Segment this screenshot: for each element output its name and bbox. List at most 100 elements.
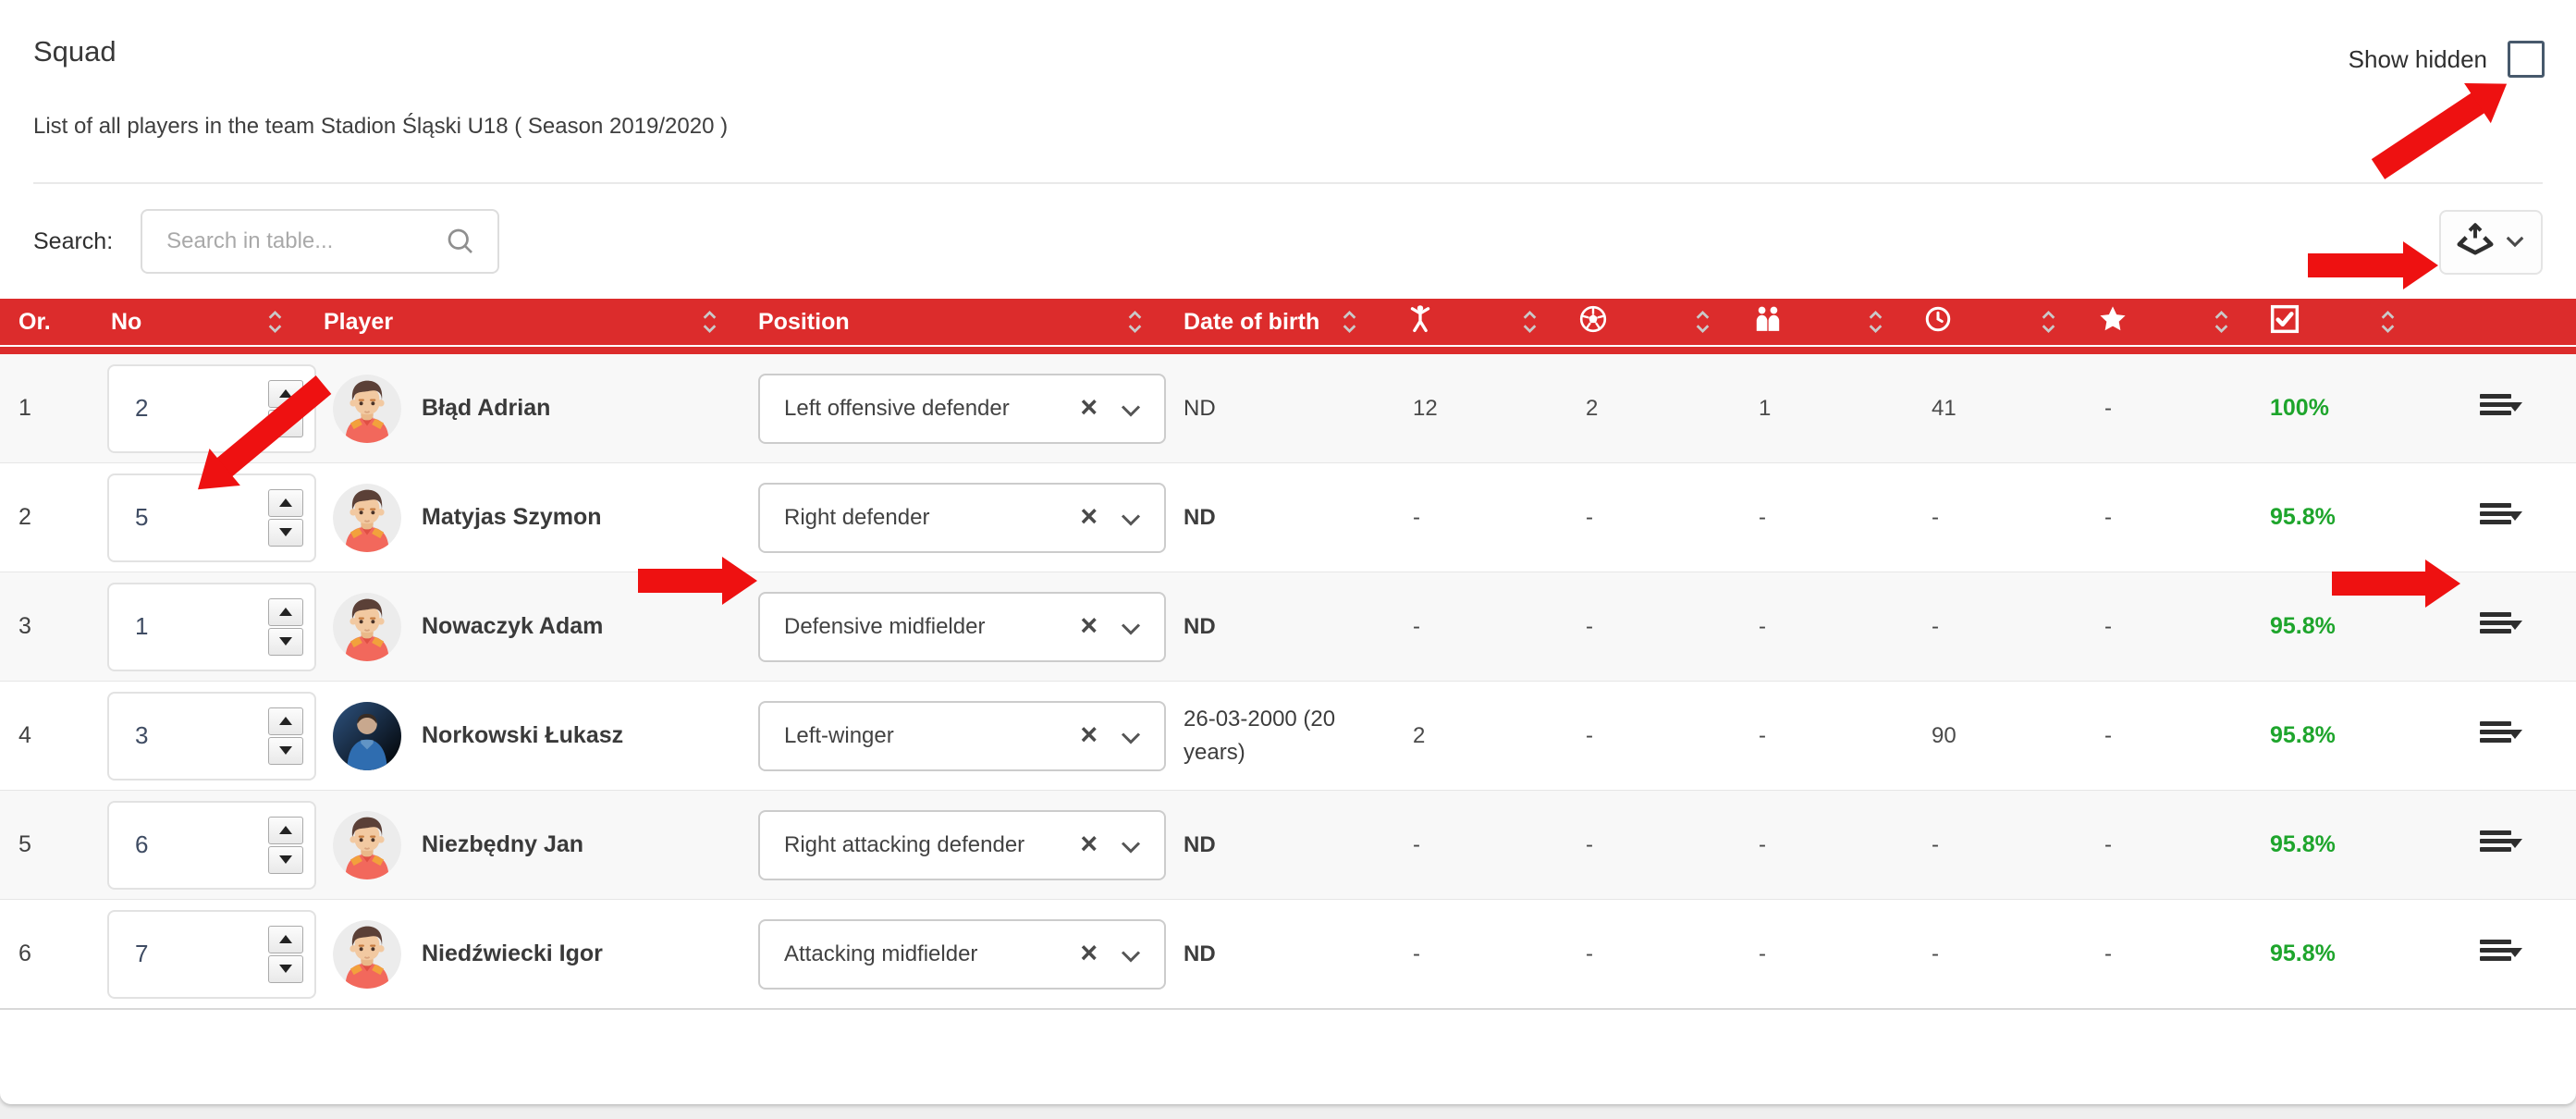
row-no-cell: 1 [100,583,324,671]
date-of-birth: ND [1184,392,1398,425]
date-of-birth: 26-03-2000 (20 years) [1184,703,1398,769]
row-order-number: 5 [18,831,100,858]
col-dob-header[interactable]: Date of birth [1184,309,1398,336]
chevron-down-icon[interactable] [1120,618,1142,644]
sort-chevrons-icon[interactable] [1868,309,1883,335]
show-hidden-control: Show hidden [2349,41,2545,78]
row-menu-button[interactable] [2480,394,2522,424]
sort-chevrons-icon[interactable] [1127,309,1143,335]
sort-chevrons-icon[interactable] [2041,309,2056,335]
col-position-header[interactable]: Position [758,309,1184,336]
position-select[interactable]: Right defender× [758,483,1166,553]
sort-chevrons-icon[interactable] [1342,309,1357,335]
toolbar: Search: Search in table... [0,184,2576,299]
clear-icon[interactable]: × [1080,609,1098,643]
menu-bar [2480,520,2511,524]
sort-chevrons-icon[interactable] [2380,309,2396,335]
show-hidden-checkbox[interactable] [2508,41,2545,78]
stepper-up-button[interactable] [268,489,303,517]
col-no-header[interactable]: No [100,309,324,336]
position-select[interactable]: Defensive midfielder× [758,592,1166,662]
stepper-down-button[interactable] [268,628,303,656]
col-goals-header[interactable] [1571,304,1744,340]
number-stepper [268,926,303,983]
stepper-up-button[interactable] [268,598,303,626]
position-select[interactable]: Right attacking defender× [758,810,1166,880]
menu-bar [2480,394,2511,399]
player-name: Matyjas Szymon [422,504,602,531]
sort-chevrons-icon[interactable] [2214,309,2229,335]
clear-icon[interactable]: × [1080,499,1098,534]
col-attendance-header[interactable] [2263,304,2429,340]
stepper-up-button[interactable] [268,926,303,953]
table-body: 12Błąd AdrianLeft offensive defender×ND1… [0,354,2576,1010]
row-menu-button[interactable] [2480,721,2522,751]
col-minutes-header[interactable] [1917,305,2090,339]
row-position-cell: Defensive midfielder× [758,592,1184,662]
col-substitutions-header[interactable] [1744,304,1917,340]
sort-chevrons-icon[interactable] [267,309,283,335]
chevron-down-icon[interactable] [1120,400,1142,425]
date-of-birth: ND [1184,610,1398,644]
date-of-birth: ND [1184,829,1398,862]
sort-chevrons-icon[interactable] [1695,309,1711,335]
stepper-down-button[interactable] [268,519,303,547]
menu-bar [2480,730,2511,734]
clear-icon[interactable]: × [1080,390,1098,424]
stat-value: - [1917,614,2090,640]
col-rating-header[interactable] [2090,304,2263,340]
player-number-input[interactable]: 7 [107,910,316,999]
row-actions-cell [2429,940,2558,969]
search-input[interactable]: Search in table... [141,209,499,274]
menu-bar [2480,830,2511,835]
position-select[interactable]: Left-winger× [758,701,1166,771]
col-matches-header[interactable] [1398,303,1571,341]
export-button[interactable] [2439,210,2543,275]
player-number-value: 7 [109,940,148,968]
stat-value: 2 [1571,396,1744,422]
stepper-down-button[interactable] [268,737,303,765]
player-name: Niezbędny Jan [422,831,583,858]
player-number-input[interactable]: 6 [107,801,316,890]
triangle-up-icon [279,717,292,725]
stepper-down-button[interactable] [268,846,303,874]
clear-icon[interactable]: × [1080,827,1098,861]
stat-value: - [1917,505,2090,531]
stepper-up-button[interactable] [268,707,303,735]
row-menu-button[interactable] [2480,503,2522,533]
chevron-down-icon[interactable] [1120,836,1142,862]
stat-value: - [1398,832,1571,858]
position-select[interactable]: Attacking midfielder× [758,919,1166,990]
menu-bar [2480,411,2511,415]
squad-card: Squad Show hidden List of all players in… [0,0,2576,1104]
sort-chevrons-icon[interactable] [1522,309,1538,335]
stat-value: - [2090,396,2263,422]
sort-chevrons-icon[interactable] [702,309,718,335]
chevron-down-icon[interactable] [1120,945,1142,971]
chevron-down-icon[interactable] [1120,727,1142,753]
menu-caret-icon [2508,839,2522,848]
player-number-input[interactable]: 1 [107,583,316,671]
row-menu-button[interactable] [2480,612,2522,642]
row-position-cell: Left-winger× [758,701,1184,771]
row-menu-button[interactable] [2480,940,2522,969]
chevron-down-icon [2505,229,2525,255]
menu-caret-icon [2508,621,2522,630]
chevron-down-icon[interactable] [1120,509,1142,535]
col-player-header[interactable]: Player [324,309,758,336]
row-player-cell: Nowaczyk Adam [324,593,758,661]
row-menu-button[interactable] [2480,830,2522,860]
attendance-percentage: 95.8% [2263,504,2429,531]
clear-icon[interactable]: × [1080,718,1098,752]
stat-value: - [2090,941,2263,967]
player-number-input[interactable]: 3 [107,692,316,781]
clear-icon[interactable]: × [1080,936,1098,970]
table-footer-space [0,1010,2576,1039]
menu-bar [2480,738,2511,743]
player-number-value: 6 [109,830,148,859]
stat-value: 1 [1744,396,1917,422]
player-cartoon-avatar [333,593,401,661]
stepper-down-button[interactable] [268,955,303,983]
stepper-up-button[interactable] [268,817,303,844]
position-select[interactable]: Left offensive defender× [758,374,1166,444]
